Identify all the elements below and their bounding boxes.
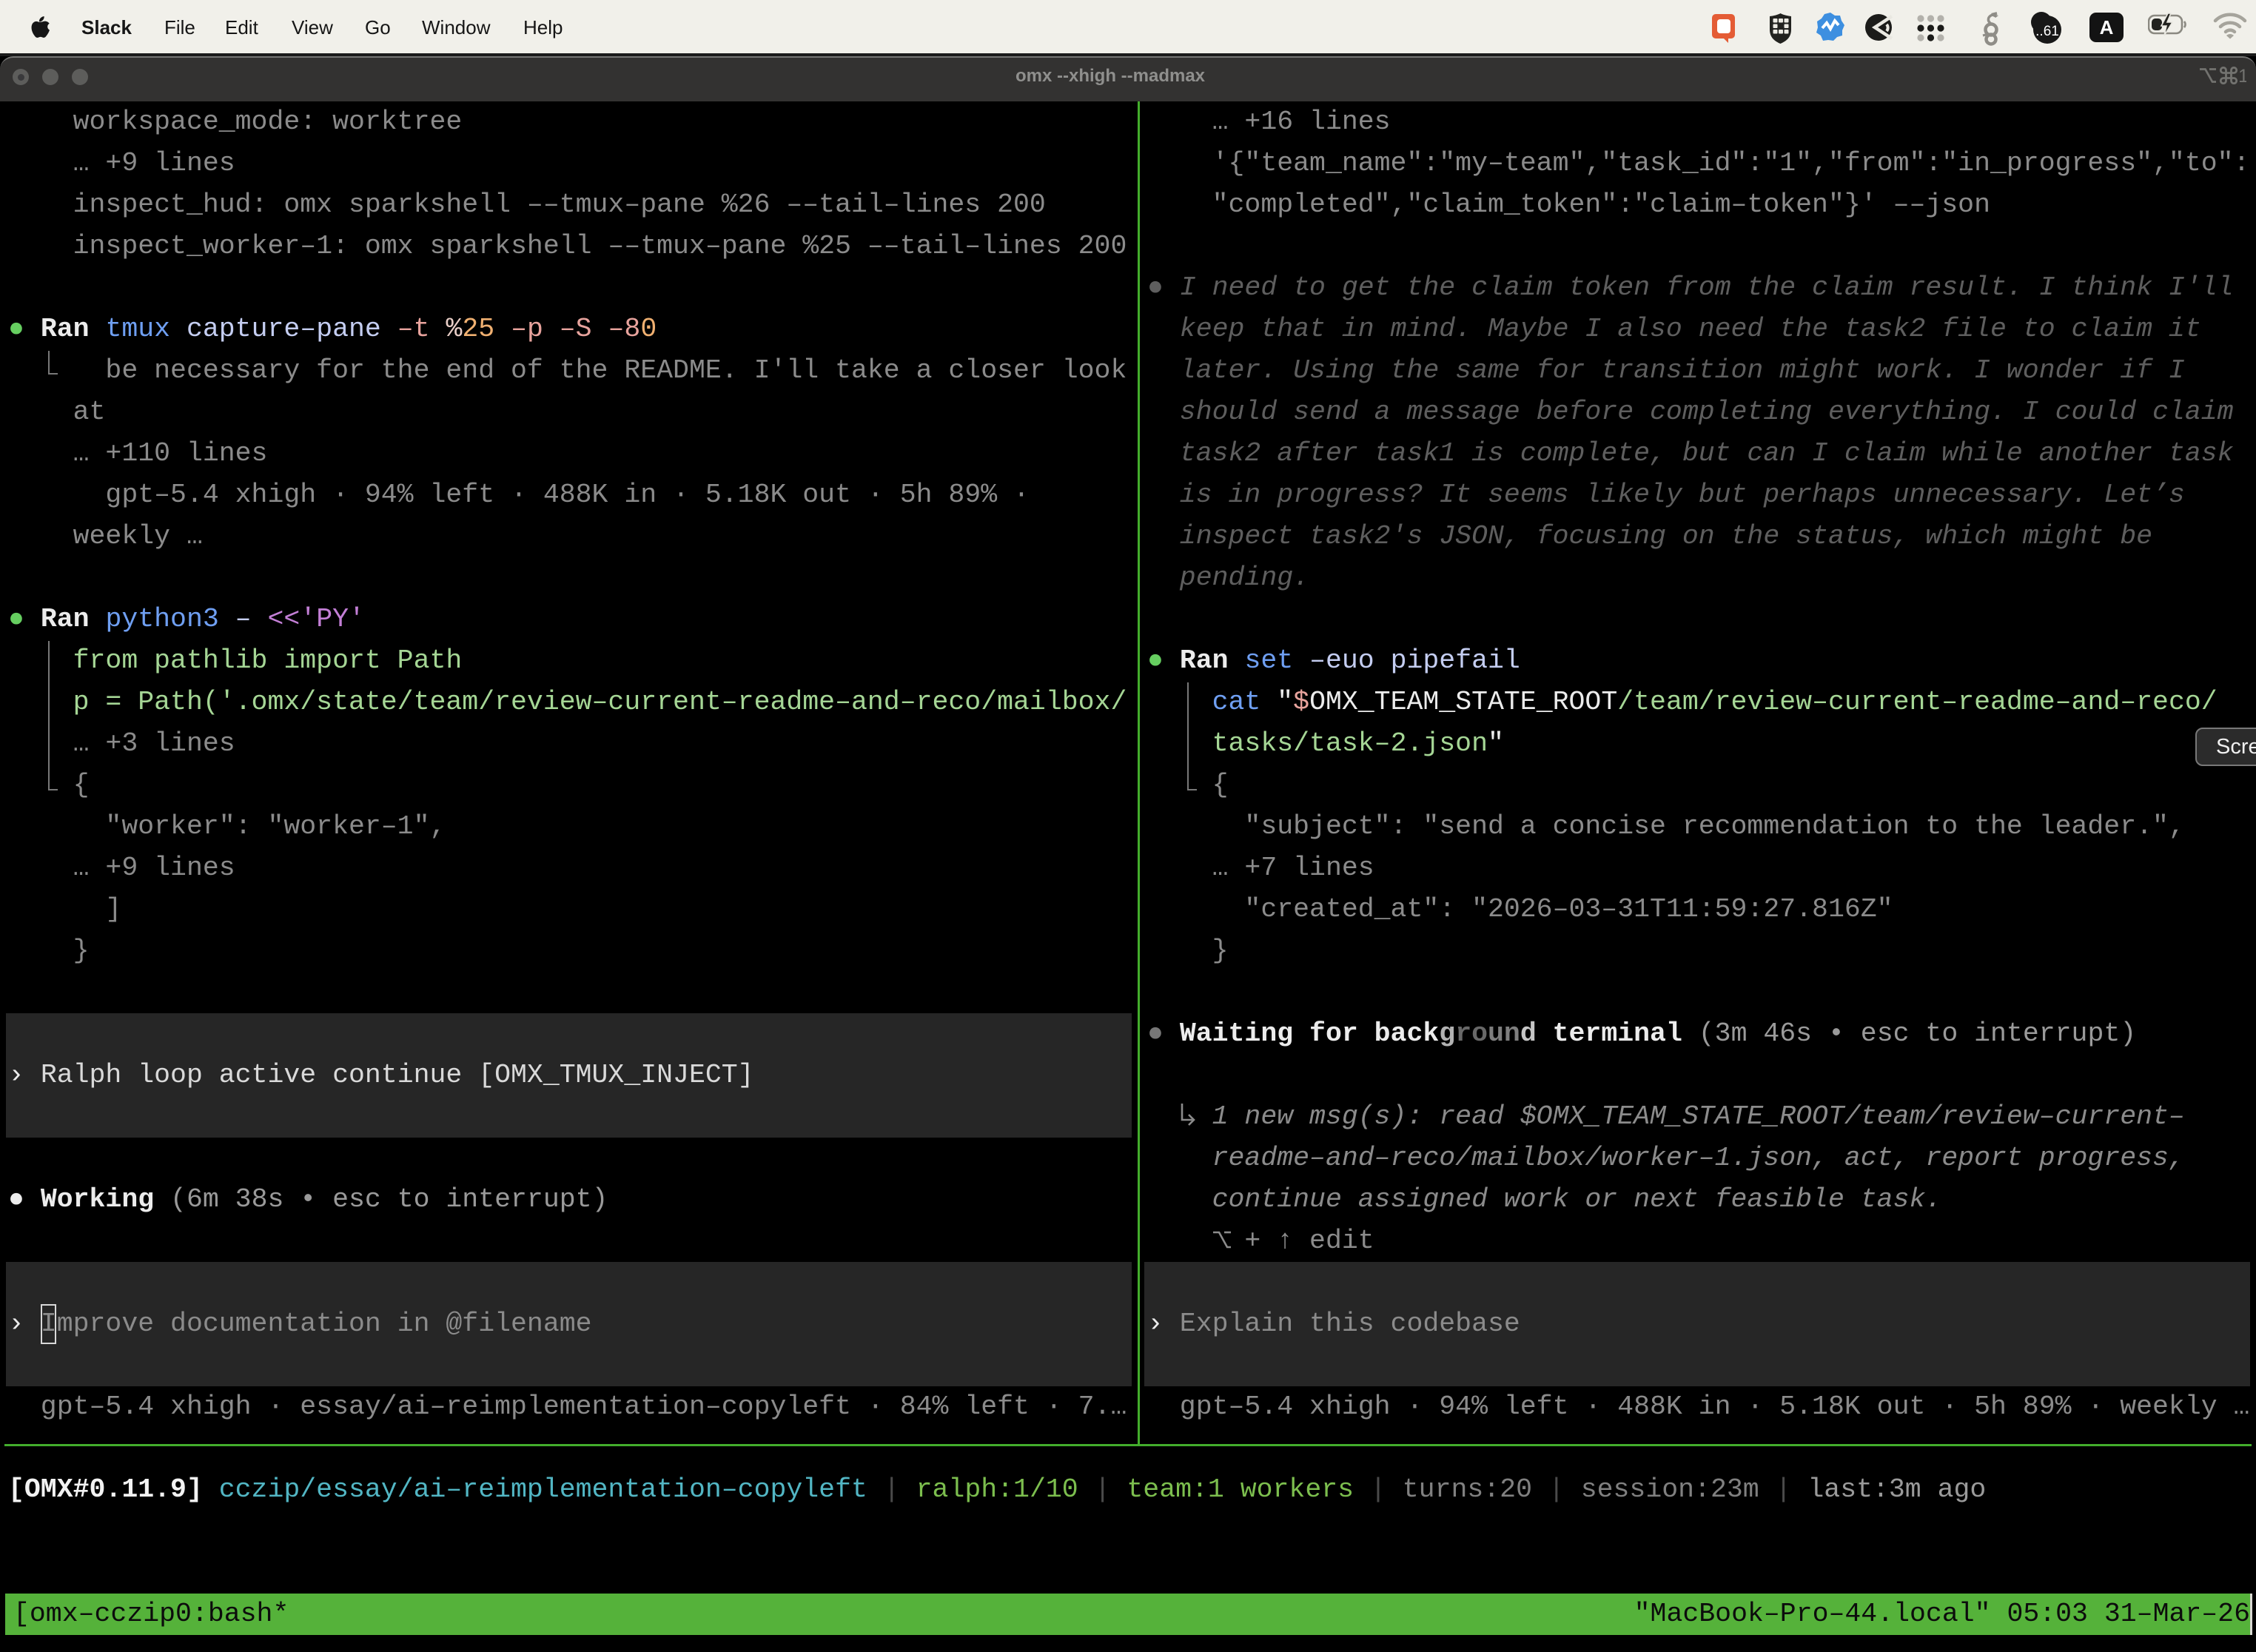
svg-text:A: A [2100, 16, 2114, 38]
svg-text:1: 1 [2238, 67, 2246, 84]
svg-text:..61: ..61 [2035, 24, 2059, 39]
